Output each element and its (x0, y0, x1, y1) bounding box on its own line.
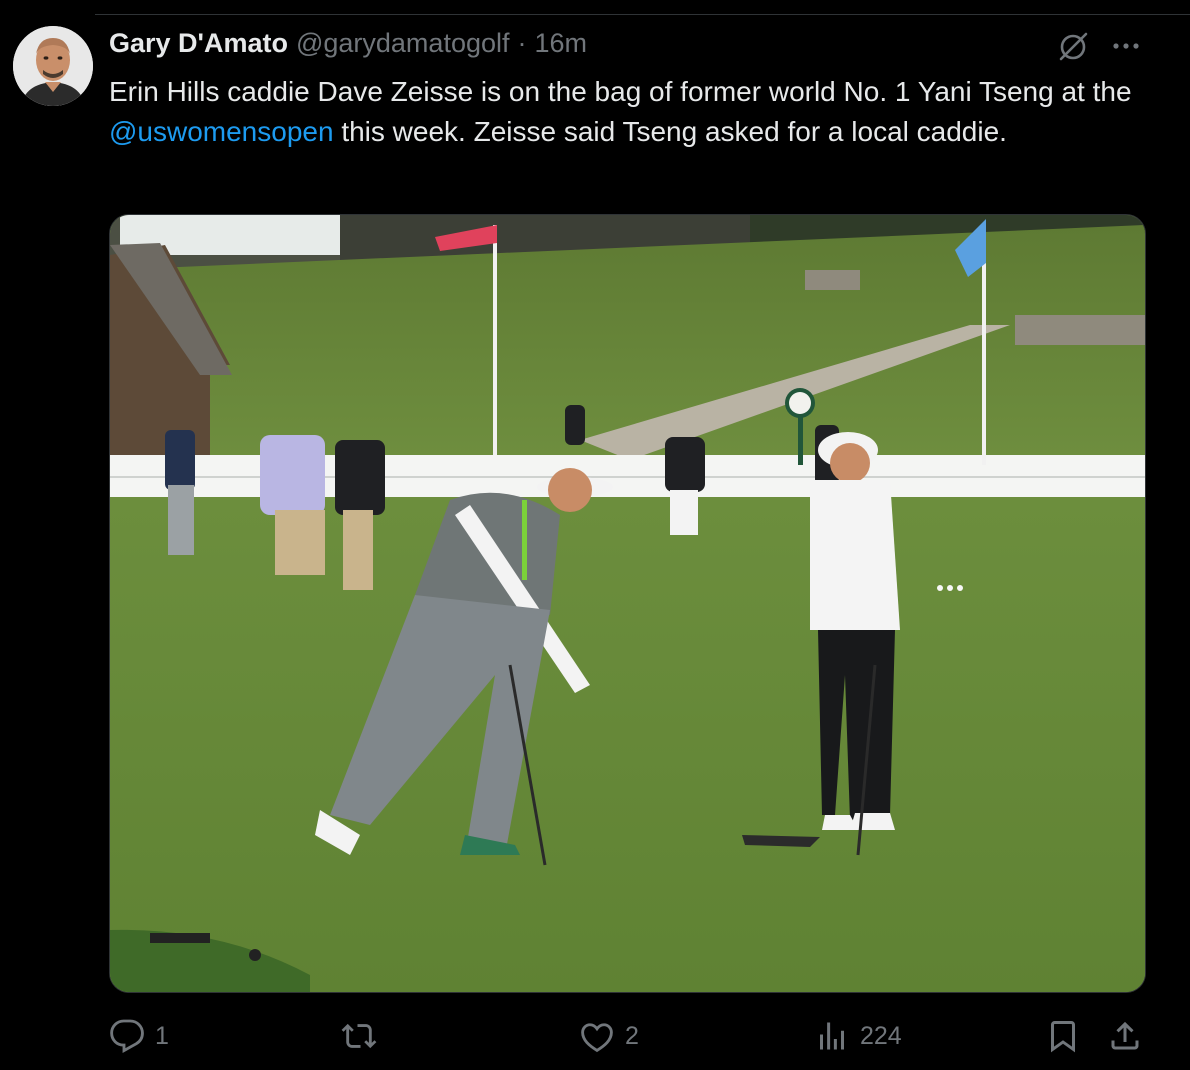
repost-button[interactable] (341, 1010, 387, 1062)
share-icon (1111, 1021, 1139, 1050)
mention-link[interactable]: @uswomensopen (109, 116, 334, 147)
tweet-header: Gary D'Amato @garydamatogolf · 16m (109, 28, 587, 64)
like-count: 2 (625, 1021, 639, 1050)
bookmark-button[interactable] (1045, 1010, 1081, 1062)
tweet-actions: 1 2 224 (109, 1010, 1144, 1062)
like-button[interactable]: 2 (579, 1010, 639, 1062)
views-count: 224 (860, 1021, 902, 1050)
tweet-text: Erin Hills caddie Dave Zeisse is on the … (109, 72, 1149, 152)
more-icon[interactable] (1109, 32, 1143, 60)
post-time[interactable]: 16m (535, 28, 588, 59)
reply-button[interactable]: 1 (109, 1010, 169, 1062)
tweet-page: Gary D'Amato @garydamatogolf · 16m Erin … (0, 0, 1190, 1070)
tweet-text-part1: Erin Hills caddie Dave Zeisse is on the … (109, 76, 1132, 107)
repost-icon (341, 1023, 377, 1049)
golf-practice-green-photo (110, 215, 1145, 992)
avatar[interactable] (13, 26, 93, 106)
separator-dot: · (517, 28, 527, 58)
tweet-photo[interactable] (109, 214, 1146, 993)
views-button[interactable]: 224 (814, 1010, 902, 1062)
like-icon (581, 1023, 613, 1053)
reply-count: 1 (155, 1021, 169, 1050)
grok-icon[interactable] (1056, 30, 1090, 64)
reply-icon (110, 1019, 144, 1053)
views-icon (820, 1022, 844, 1050)
tweet-text-part2: this week. Zeisse said Tseng asked for a… (333, 116, 1007, 147)
bookmark-icon (1051, 1021, 1075, 1053)
author-handle[interactable]: @garydamatogolf (296, 28, 510, 59)
author-name[interactable]: Gary D'Amato (109, 28, 288, 59)
avatar-photo (13, 26, 93, 106)
share-button[interactable] (1107, 1010, 1143, 1062)
previous-post-divider (95, 0, 1190, 15)
